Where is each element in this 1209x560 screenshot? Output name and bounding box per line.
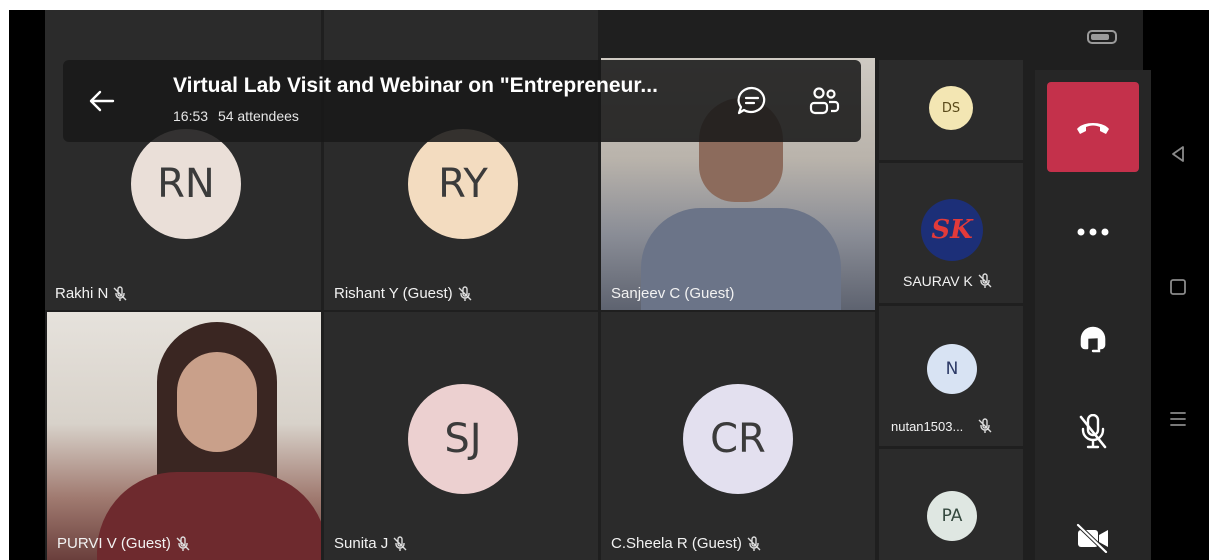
sk-logo-text: SK xyxy=(931,215,973,245)
more-icon xyxy=(1077,228,1109,236)
avatar: PA xyxy=(927,491,977,541)
avatar: N xyxy=(927,344,977,394)
participant-name-text: Rishant Y (Guest) xyxy=(334,285,453,302)
nav-back-icon[interactable] xyxy=(1167,143,1189,165)
people-icon[interactable] xyxy=(807,84,841,118)
participant-name: PURVI V (Guest) xyxy=(57,535,191,552)
participant-name: SAURAV K xyxy=(903,273,993,289)
mic-off-icon xyxy=(747,535,761,551)
participant-name: Sanjeev C (Guest) xyxy=(611,285,734,302)
battery-icon xyxy=(1087,30,1117,44)
participant-name-text: PURVI V (Guest) xyxy=(57,535,171,552)
participant-tile-sunita[interactable]: SJ Sunita J xyxy=(324,312,598,560)
teams-meeting-app: RN Rakhi N RY Rishant Y (Guest) Sanjeev … xyxy=(45,10,1151,560)
participant-name: nutan1503... xyxy=(891,418,993,434)
meeting-title: Virtual Lab Visit and Webinar on "Entrep… xyxy=(173,74,658,97)
attendee-count: 54 attendees xyxy=(217,108,299,124)
mute-button[interactable] xyxy=(1071,410,1115,454)
participant-name: C.Sheela R (Guest) xyxy=(611,535,762,552)
nav-menu-icon[interactable] xyxy=(1167,408,1189,430)
participant-name-text: Sunita J xyxy=(334,535,389,552)
chat-icon[interactable] xyxy=(735,84,769,118)
headset-icon xyxy=(1080,326,1106,353)
avatar: SJ xyxy=(408,384,518,494)
avatar: RY xyxy=(408,129,518,239)
participant-name-text: Sanjeev C (Guest) xyxy=(611,285,735,302)
avatar: DS xyxy=(929,86,973,130)
audio-device-button[interactable] xyxy=(1071,316,1115,360)
avatar: CR xyxy=(683,384,793,494)
mic-off-icon xyxy=(393,535,407,551)
participant-tile-purvi[interactable]: PURVI V (Guest) xyxy=(47,312,321,560)
participant-tile-saurav[interactable]: SK SAURAV K xyxy=(879,163,1023,303)
participant-tile-pa[interactable]: PA xyxy=(879,449,1023,560)
more-options-button[interactable] xyxy=(1071,210,1115,254)
meeting-header: Virtual Lab Visit and Webinar on "Entrep… xyxy=(63,60,861,142)
camera-button[interactable] xyxy=(1071,516,1115,560)
video-off-icon xyxy=(1076,523,1108,553)
phone-screen: RN Rakhi N RY Rishant Y (Guest) Sanjeev … xyxy=(9,10,1209,560)
hang-up-button[interactable] xyxy=(1047,82,1139,172)
mic-off-icon xyxy=(113,285,127,301)
avatar: RN xyxy=(131,129,241,239)
mic-off-icon xyxy=(978,273,992,288)
sk-logo: SK xyxy=(921,199,983,261)
participant-tile-nutan[interactable]: N nutan1503... xyxy=(879,306,1023,446)
participant-tile-sheela[interactable]: CR C.Sheela R (Guest) xyxy=(601,312,875,560)
participant-name-text: Rakhi N xyxy=(55,285,109,302)
meeting-subline: 16:53 54 attendees xyxy=(173,108,299,124)
nav-home-icon[interactable] xyxy=(1167,276,1189,298)
meeting-time: 16:53 xyxy=(173,108,209,124)
participant-name: Sunita J xyxy=(334,535,408,552)
participant-name: Rishant Y (Guest) xyxy=(334,285,473,302)
participant-name: Rakhi N xyxy=(55,285,128,302)
participant-name-text: SAURAV K xyxy=(903,273,973,289)
participant-name-text: C.Sheela R (Guest) xyxy=(611,535,742,552)
mic-off-icon xyxy=(1079,414,1107,449)
mic-off-icon xyxy=(176,535,190,551)
participant-name-text: nutan1503... xyxy=(891,418,964,434)
participant-tile-ds[interactable]: DS xyxy=(879,60,1023,160)
participant-tile-rakhi[interactable]: RN Rakhi N xyxy=(45,10,321,310)
mic-off-icon xyxy=(978,418,992,433)
video-feed-face xyxy=(177,352,257,452)
back-arrow-icon[interactable] xyxy=(87,86,117,116)
mic-off-icon xyxy=(458,285,472,301)
hang-up-icon xyxy=(1077,123,1109,134)
participant-tile-rishant[interactable]: RY Rishant Y (Guest) xyxy=(324,10,598,310)
